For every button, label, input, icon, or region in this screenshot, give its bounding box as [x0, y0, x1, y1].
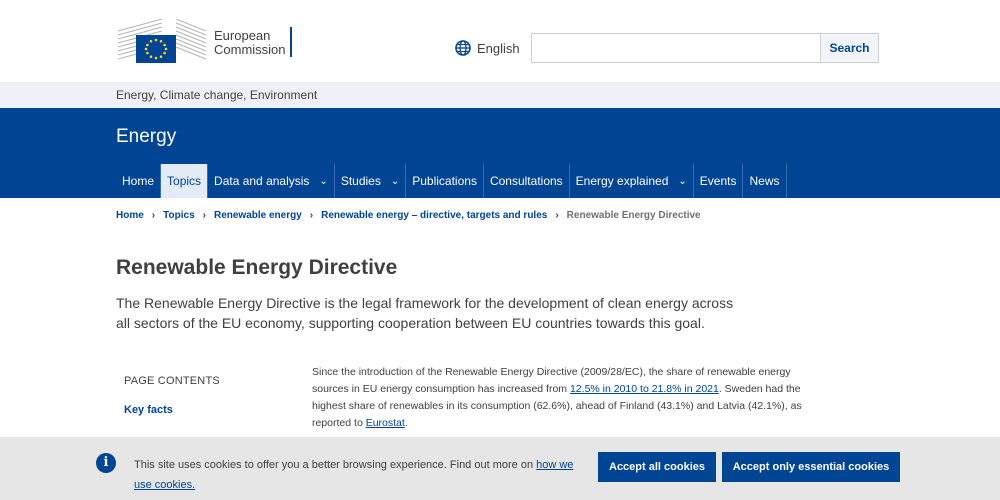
nav-item-publications[interactable]: Publications — [406, 164, 484, 198]
chevron-right-icon: › — [151, 210, 156, 221]
search-form: Search — [531, 33, 879, 63]
page-intro: The Renewable Energy Directive is the le… — [116, 295, 734, 331]
accept-essential-cookies-button[interactable]: Accept only essential cookies — [722, 452, 900, 482]
nav-label: Consultations — [489, 174, 563, 188]
chevron-down-icon: ⌄ — [678, 175, 687, 187]
site-header: European Commission English Search — [0, 0, 1000, 82]
body-text-part: . — [404, 417, 408, 429]
nav-label: Topics — [167, 174, 202, 188]
breadcrumb-topics[interactable]: Topics — [163, 210, 194, 221]
toc-link-key-facts[interactable]: Key facts — [124, 404, 173, 416]
logo-wordmark: European Commission — [214, 29, 286, 57]
cookie-banner: i This site uses cookies to offer you a … — [0, 437, 1000, 500]
search-input[interactable] — [532, 34, 820, 62]
language-selector[interactable]: English — [455, 40, 520, 56]
breadcrumb-current: Renewable Energy Directive — [566, 210, 701, 221]
logo-divider — [290, 27, 292, 57]
globe-icon — [455, 40, 471, 56]
language-label: English — [477, 40, 520, 56]
renewable-share-link[interactable]: 12.5% in 2010 to 21.8% in 2021 — [570, 383, 719, 395]
nav-label: Events — [699, 174, 737, 188]
nav-label: Studies — [340, 174, 381, 188]
nav-item-topics[interactable]: Topics — [161, 164, 209, 198]
eu-flag-logo-icon — [117, 18, 207, 63]
nav-item-news[interactable]: News — [743, 164, 787, 198]
nav-item-home[interactable]: Home — [116, 164, 162, 198]
info-icon: i — [96, 453, 116, 473]
breadcrumb-renewable-energy[interactable]: Renewable energy — [214, 210, 302, 221]
main-navigation: Home Topics Data and analysis ⌄ Studies ⌄ … — [116, 164, 787, 198]
nav-item-energy-explained[interactable]: Energy explained ⌄ — [570, 164, 694, 198]
page-contents-heading: PAGE CONTENTS — [124, 375, 220, 387]
nav-label: News — [749, 174, 780, 188]
nav-item-consultations[interactable]: Consultations — [484, 164, 570, 198]
site-title[interactable]: Energy — [116, 126, 176, 148]
cookie-text: This site uses cookies to offer you a be… — [134, 459, 537, 471]
accept-all-cookies-button[interactable]: Accept all cookies — [598, 452, 716, 482]
european-commission-logo[interactable]: European Commission — [116, 17, 296, 65]
logo-line-1: European — [214, 28, 271, 43]
nav-label: Publications — [412, 174, 477, 188]
chevron-right-icon: › — [202, 210, 206, 221]
chevron-right-icon: › — [309, 210, 314, 221]
search-button[interactable]: Search — [820, 34, 878, 62]
breadcrumb-directive-targets-rules[interactable]: Renewable energy – directive, targets an… — [321, 210, 547, 221]
site-strip: Energy, Climate change, Environment — [0, 82, 1000, 108]
site-banner: Energy Home Topics Data and analysis ⌄ St… — [0, 108, 1000, 198]
page-title: Renewable Energy Directive — [116, 256, 398, 279]
site-strip-link[interactable]: Energy, Climate change, Environment — [116, 88, 317, 102]
breadcrumb: Home › Topics › Renewable energy › Renew… — [116, 210, 701, 221]
nav-item-data-and-analysis[interactable]: Data and analysis ⌄ — [208, 164, 335, 198]
nav-item-studies[interactable]: Studies ⌄ — [335, 164, 407, 198]
chevron-down-icon: ⌄ — [319, 175, 328, 187]
nav-item-events[interactable]: Events — [694, 164, 744, 198]
nav-label: Energy explained — [575, 174, 669, 188]
logo-line-2: Commission — [214, 42, 286, 57]
nav-label: Home — [122, 174, 155, 188]
nav-label: Data and analysis — [214, 174, 310, 188]
eurostat-link[interactable]: Eurostat — [366, 417, 405, 429]
chevron-down-icon: ⌄ — [390, 175, 400, 187]
chevron-right-icon: › — [555, 210, 559, 221]
key-facts-paragraph: Since the introduction of the Renewable … — [312, 364, 802, 432]
breadcrumb-home[interactable]: Home — [116, 210, 144, 221]
cookie-message: This site uses cookies to offer you a be… — [134, 455, 584, 495]
